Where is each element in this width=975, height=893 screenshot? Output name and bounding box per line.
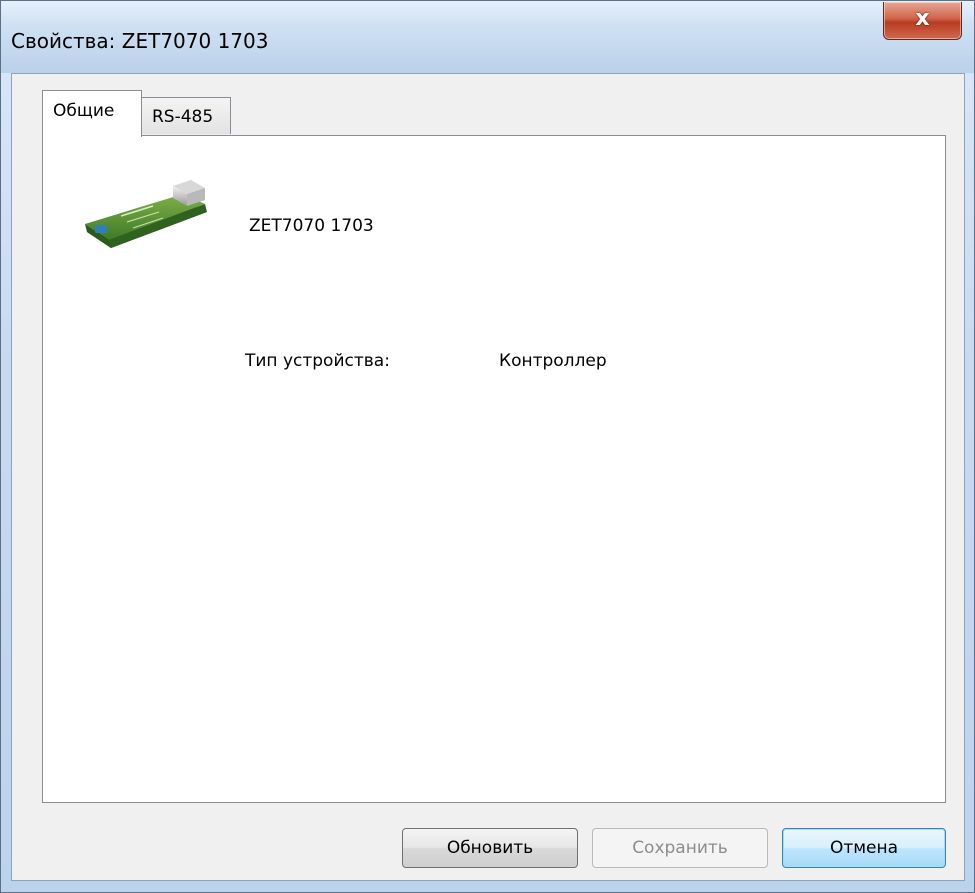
window-title: Свойства: ZET7070 1703 [11, 29, 269, 53]
tab-rs485-label: RS-485 [152, 107, 214, 127]
tab-general-label: Общие [53, 101, 115, 121]
close-icon: x [915, 6, 930, 31]
refresh-button[interactable]: Обновить [402, 828, 578, 868]
device-name: ZET7070 1703 [249, 216, 374, 236]
device-type-label: Тип устройства: [245, 351, 390, 371]
cancel-button[interactable]: Отмена [782, 828, 946, 868]
dialog-body: Общие RS-485 ZET7070 1703 Тип устройства… [11, 73, 965, 881]
tab-general[interactable]: Общие [42, 90, 142, 137]
tab-rs485[interactable]: RS-485 [141, 97, 231, 134]
device-type-value: Контроллер [499, 351, 607, 371]
properties-window: Свойства: ZET7070 1703 x Общие RS-485 ZE… [0, 0, 975, 893]
usb-controller-board-icon [85, 180, 207, 248]
close-button[interactable]: x [883, 2, 962, 40]
tab-panel-general: ZET7070 1703 Тип устройства: Контроллер [42, 135, 946, 803]
title-bar[interactable]: Свойства: ZET7070 1703 x [1, 1, 974, 73]
save-button: Сохранить [592, 828, 768, 868]
